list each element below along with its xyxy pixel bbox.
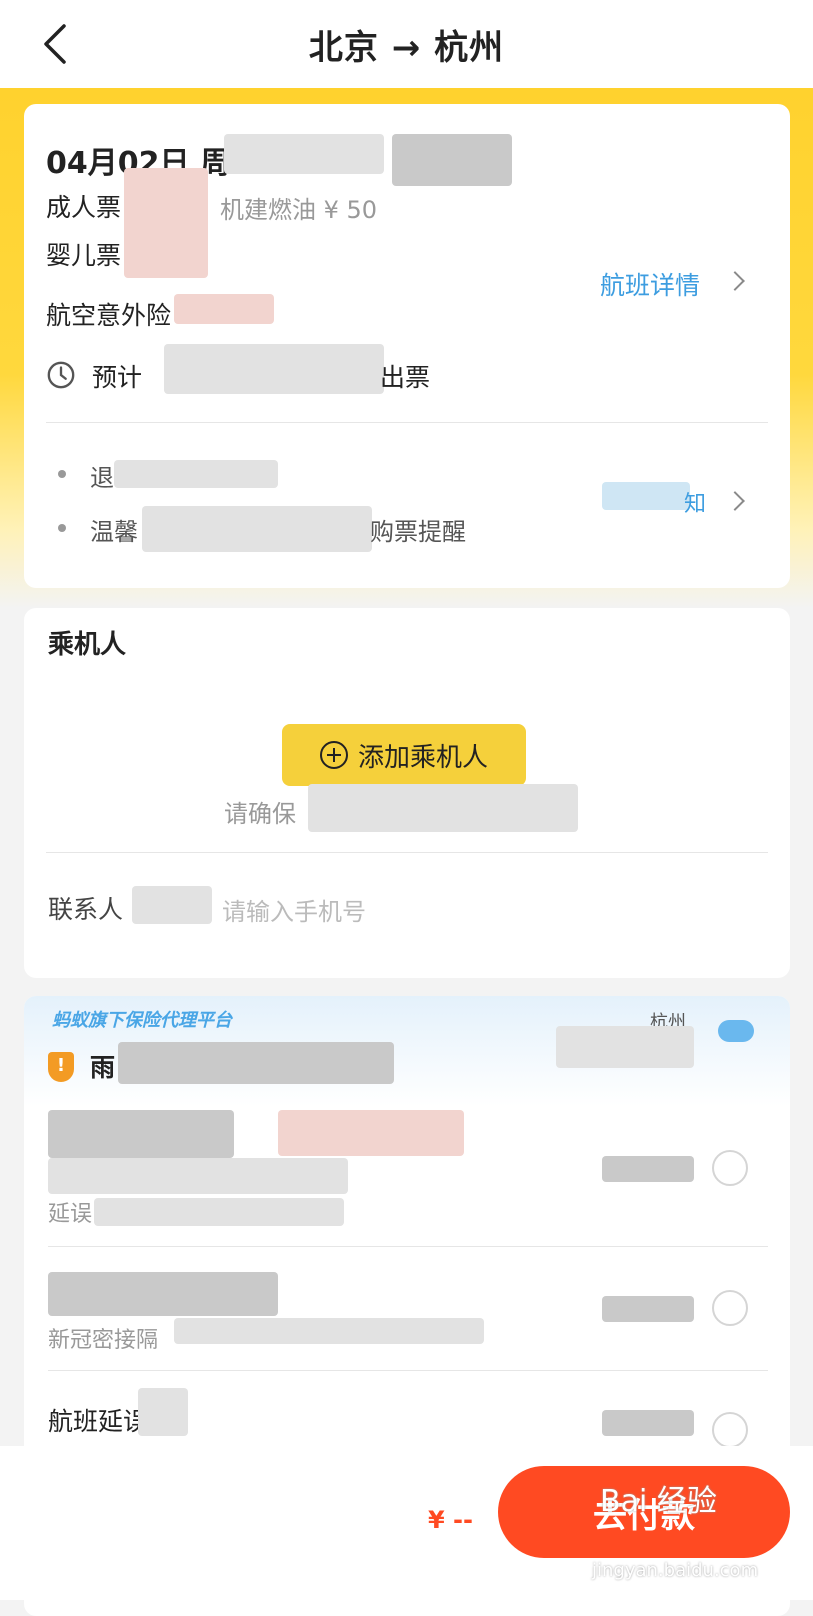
- nav-bar: 北京 → 杭州: [0, 0, 813, 88]
- phone-input[interactable]: 请输入手机号: [222, 892, 366, 927]
- redacted-block: [164, 344, 384, 394]
- insurance-title-prefix: 雨: [90, 1053, 116, 1082]
- ticketing-eta-suffix: 出票: [380, 363, 431, 392]
- add-passenger-label: 添加乘机人: [357, 742, 488, 773]
- total-price: ¥ --: [428, 1506, 473, 1534]
- redacted-block: [602, 1156, 694, 1182]
- page-title: 北京 → 杭州: [308, 28, 505, 68]
- insurance-item-3-radio[interactable]: [712, 1412, 748, 1448]
- redacted-block: [114, 460, 278, 488]
- insurance-label: 航空意外险: [46, 301, 172, 330]
- refund-notice-prefix: 退: [90, 464, 114, 492]
- redacted-block: [48, 1158, 348, 1194]
- chevron-right-icon[interactable]: [725, 491, 745, 511]
- bullet-dot: [58, 524, 66, 532]
- infant-ticket-label: 婴儿票: [46, 241, 122, 270]
- redacted-block: [602, 482, 690, 510]
- redacted-block: [174, 294, 274, 324]
- passenger-hint: 请确保: [224, 800, 296, 828]
- divider: [46, 852, 768, 853]
- shield-icon: !: [48, 1052, 74, 1082]
- redacted-block: [392, 134, 512, 186]
- redacted-block: [48, 1110, 234, 1158]
- redacted-block: [602, 1296, 694, 1322]
- redacted-block: [138, 1388, 188, 1436]
- passenger-section-title: 乘机人: [48, 630, 127, 660]
- flight-detail-link[interactable]: 航班详情: [600, 266, 700, 302]
- notice-link[interactable]: 知: [684, 486, 706, 518]
- insurance-item-1-radio[interactable]: [712, 1150, 748, 1186]
- passenger-card: 乘机人 添加乘机人 请确保 联系人 请输入手机号: [24, 608, 790, 978]
- insurance-item-3-title: 航班延误: [48, 1407, 149, 1436]
- redacted-block: [48, 1272, 278, 1316]
- divider: [48, 1370, 768, 1371]
- contact-label: 联系人: [48, 895, 124, 924]
- bullet-dot: [58, 470, 66, 478]
- insurance-item-2-subtitle: 新冠密接隔: [48, 1328, 159, 1353]
- adult-ticket-label: 成人票: [46, 193, 122, 222]
- fuel-fee: 机建燃油 ¥ 50: [220, 196, 378, 224]
- plus-circle-icon: [319, 741, 348, 769]
- cloud-icon: [718, 1020, 754, 1042]
- add-passenger-button[interactable]: 添加乘机人: [282, 724, 526, 786]
- redacted-block: [124, 168, 208, 278]
- baidu-watermark-url: jingyan.baidu.com: [592, 1560, 759, 1581]
- warm-tips-prefix: 温馨: [90, 518, 138, 546]
- redacted-block: [278, 1110, 464, 1156]
- redacted-block: [174, 1318, 484, 1344]
- redacted-block: [602, 1410, 694, 1436]
- insurance-item-2-radio[interactable]: [712, 1290, 748, 1326]
- redacted-block: [132, 886, 212, 924]
- redacted-block: [556, 1026, 694, 1068]
- chevron-right-icon[interactable]: [725, 271, 745, 291]
- redacted-block: [308, 784, 578, 832]
- flight-info-card: 04月02日 周 成人票 机建燃油 ¥ 50 婴儿票 航空意外险 航班详情 预计…: [24, 104, 790, 588]
- warm-tips-suffix: 购票提醒: [370, 518, 466, 546]
- baidu-watermark: Bai 经验: [600, 1484, 717, 1519]
- redacted-block: [142, 506, 372, 552]
- insurance-item-1-subtitle: 延误: [48, 1202, 93, 1227]
- divider: [48, 1246, 768, 1247]
- redacted-block: [118, 1042, 394, 1084]
- ticketing-eta-prefix: 预计: [92, 363, 143, 392]
- clock-icon: [47, 361, 75, 389]
- divider: [46, 422, 768, 423]
- redacted-block: [94, 1198, 344, 1226]
- redacted-block: [224, 134, 384, 174]
- insurance-banner: 蚂蚁旗下保险代理平台: [52, 1010, 232, 1031]
